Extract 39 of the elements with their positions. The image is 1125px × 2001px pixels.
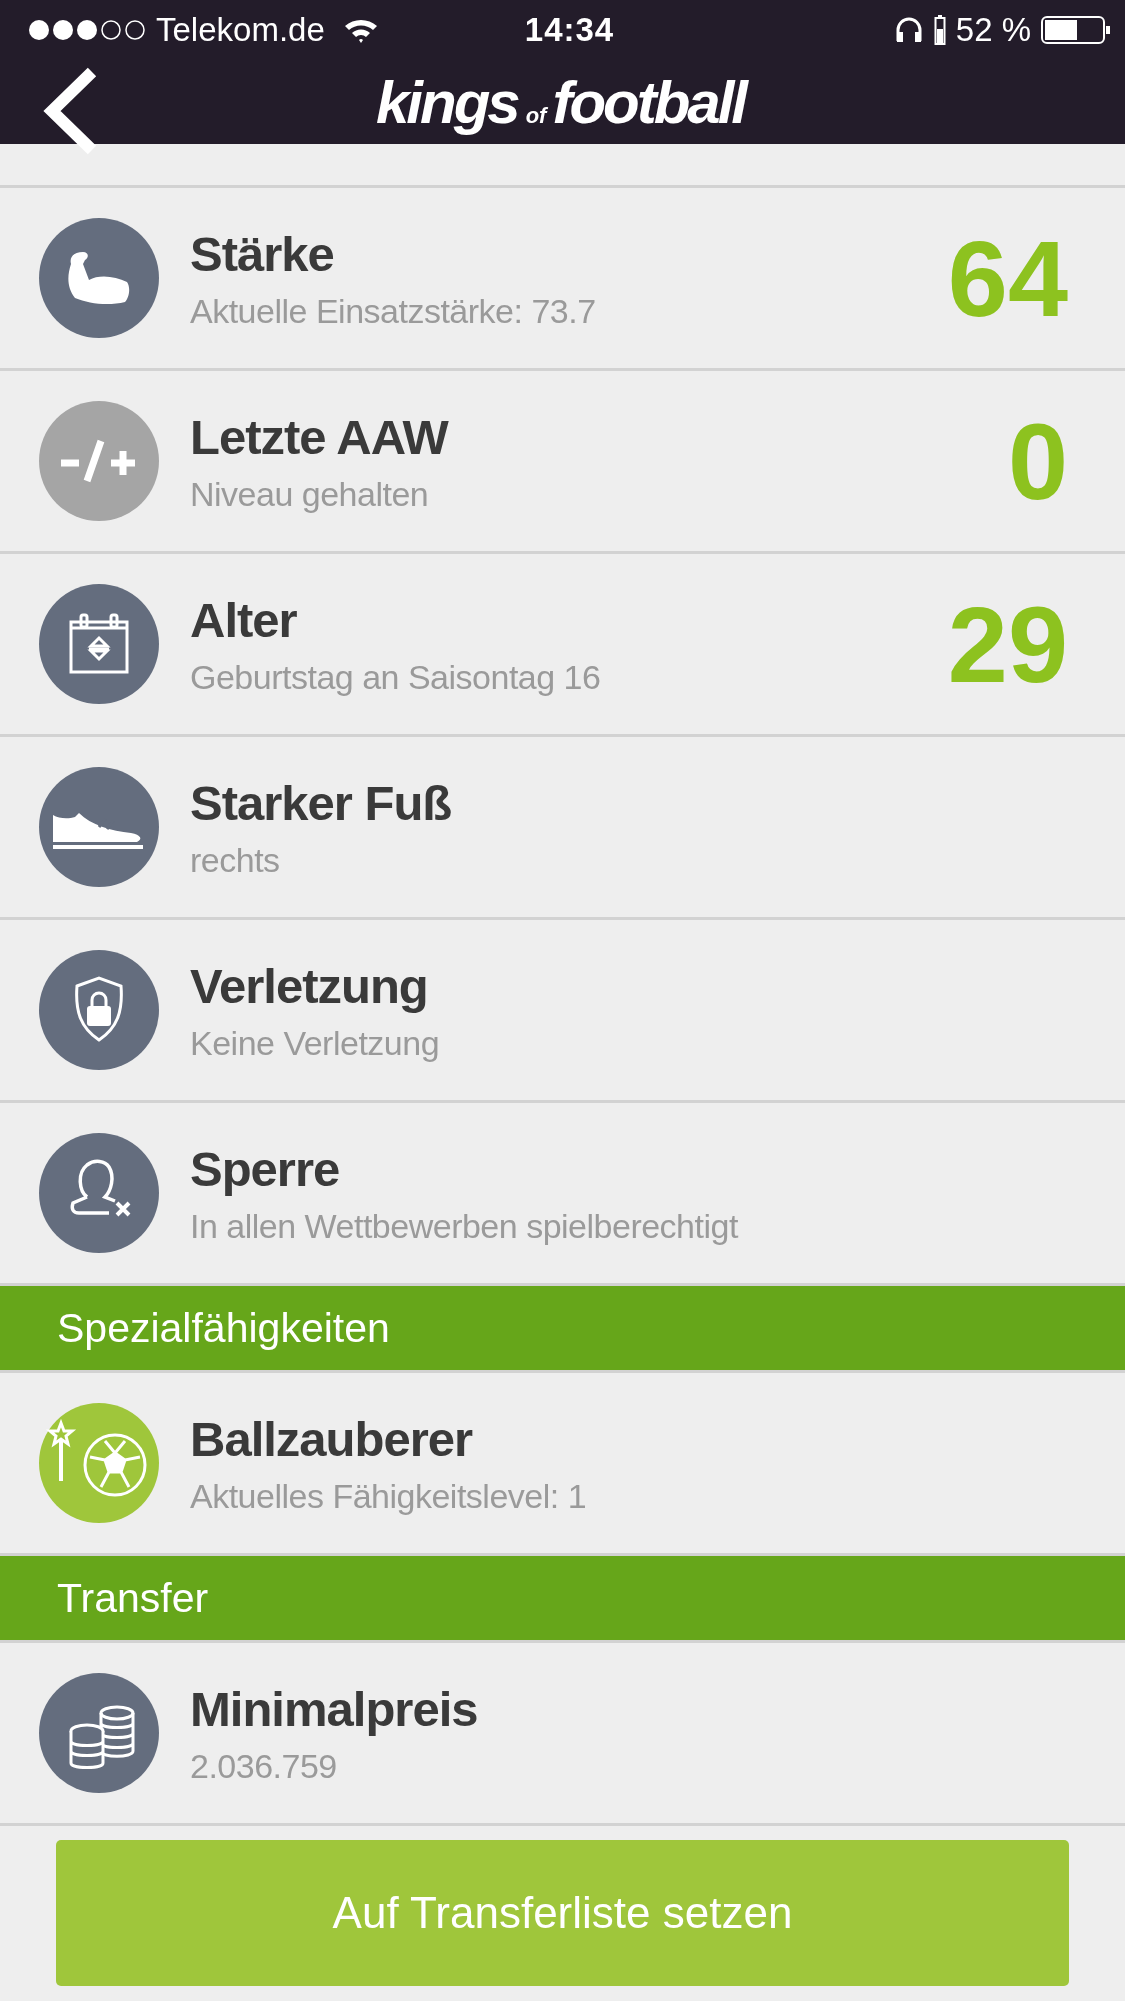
row-title: Minimalpreis (190, 1680, 479, 1737)
shield-lock-icon (39, 950, 159, 1070)
boot-icon (39, 767, 159, 887)
row-subtitle: Aktuelles Fähigkeitslevel: 1 (190, 1476, 588, 1516)
user-remove-icon (39, 1133, 159, 1253)
row-title: Starker Fuß (190, 774, 453, 831)
row-title: Verletzung (190, 957, 429, 1014)
logo-text: of (525, 102, 547, 129)
row-value: 29 (947, 582, 1068, 707)
battery-level-icon (933, 15, 946, 45)
plus-minus-icon (39, 401, 159, 521)
row-subtitle: Keine Verletzung (190, 1023, 441, 1063)
battery-icon (1041, 15, 1111, 45)
section-header: Transfer (0, 1553, 1125, 1640)
row-title: Stärke (190, 225, 335, 282)
row-title: Sperre (190, 1140, 341, 1197)
row-value: 64 (947, 216, 1068, 341)
row-subtitle: Aktuelle Einsatzstärke: 73.7 (190, 291, 597, 331)
coins-icon (39, 1673, 159, 1793)
row-subtitle: 2.036.759 (190, 1746, 338, 1786)
row-title: Ballzauberer (190, 1410, 474, 1467)
wand-ball-icon (39, 1403, 159, 1523)
row-title: Alter (190, 591, 298, 648)
carrier-name: Telekom.de (156, 11, 325, 49)
section-header: Spezialfähigkeiten (0, 1283, 1125, 1370)
logo-text: kings (375, 67, 518, 137)
battery-percentage: 52 % (955, 11, 1031, 49)
row-subtitle: rechts (190, 840, 281, 880)
row-subtitle: Niveau gehalten (190, 474, 430, 514)
logo-text: football (552, 67, 746, 137)
muscle-icon (39, 218, 159, 338)
row-subtitle: In allen Wettbewerben spielberechtigt (190, 1206, 740, 1246)
row-subtitle: Geburtstag an Saisontag 16 (190, 657, 602, 697)
clock: 14:34 (523, 11, 616, 49)
signal-icon (28, 19, 148, 41)
row-title: Letzte AAW (190, 408, 450, 465)
row-value: 0 (1007, 399, 1068, 524)
transfer-button[interactable]: Auf Transferliste setzen (56, 1840, 1069, 1986)
calendar-icon (39, 584, 159, 704)
